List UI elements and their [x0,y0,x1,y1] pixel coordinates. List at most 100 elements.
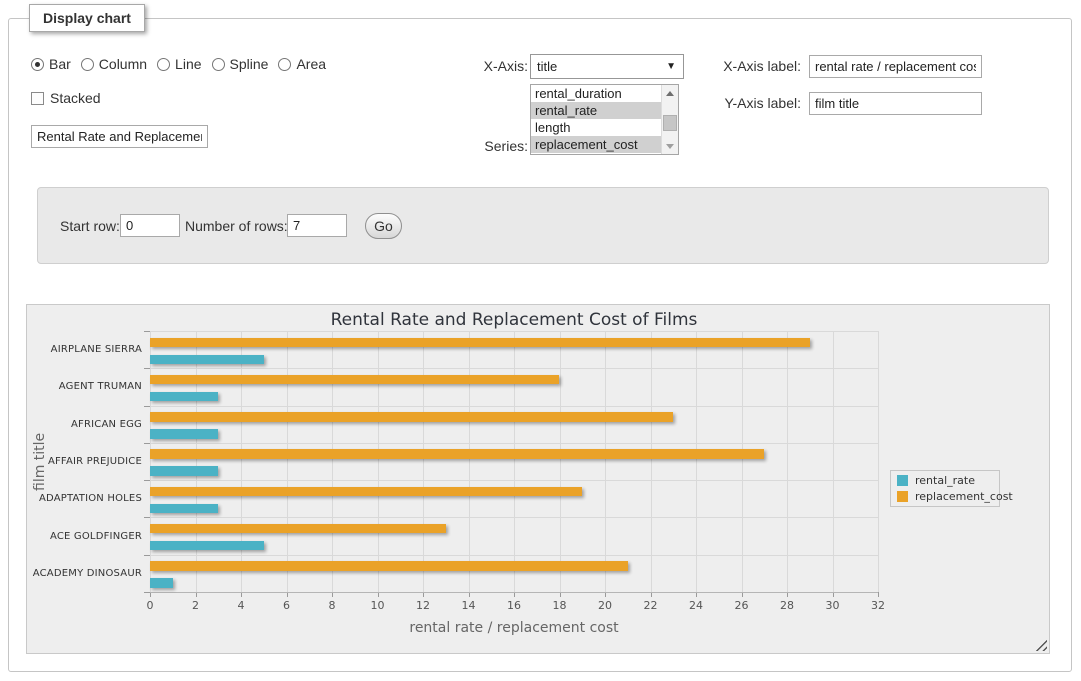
radio-icon[interactable] [212,58,225,71]
legend-item-replacement_cost[interactable]: replacement_cost [897,490,993,503]
gridline [287,331,288,592]
x-tick-label: 2 [176,599,216,612]
go-button[interactable]: Go [365,213,402,239]
x-tick-label: 4 [221,599,261,612]
y-tick-mark [144,517,150,518]
bar-replacement_cost [150,375,559,385]
stacked-option[interactable]: Stacked [31,90,101,106]
gridline [150,406,878,407]
legend-swatch-icon [897,475,908,486]
legend-label: rental_rate [915,474,975,487]
x-axis-label-input[interactable] [809,55,982,78]
x-tick-label: 20 [585,599,625,612]
gridline [150,517,878,518]
x-axis-label-caption: X-Axis label: [661,54,801,79]
chart-type-option-spline[interactable]: Spline [212,56,269,72]
scrollbar-down-icon[interactable] [662,138,678,154]
bar-replacement_cost [150,449,764,459]
gridline [605,331,606,592]
bar-replacement_cost [150,524,446,534]
y-tick-mark [144,555,150,556]
radio-label: Bar [49,56,71,72]
legend-label: replacement_cost [915,490,1013,503]
series-option-rental_duration[interactable]: rental_duration [531,85,661,102]
chart-type-option-column[interactable]: Column [81,56,147,72]
gridline [378,331,379,592]
category-label: AFFAIR PREJUDICE [27,443,142,480]
gridline [878,331,879,592]
legend-item-rental_rate[interactable]: rental_rate [897,474,993,487]
stacked-checkbox[interactable] [31,92,44,105]
x-tick-label: 12 [403,599,443,612]
chart-title: Rental Rate and Replacement Cost of Film… [150,310,878,330]
chart-type-option-bar[interactable]: Bar [31,56,71,72]
display-chart-panel: Display chart BarColumnLineSplineArea St… [8,18,1072,672]
gridline [150,555,878,556]
y-axis-label-input[interactable] [809,92,982,115]
x-tick-label: 22 [631,599,671,612]
radio-icon[interactable] [81,58,94,71]
chart-type-option-line[interactable]: Line [157,56,201,72]
bar-replacement_cost [150,412,673,422]
x-tick-label: 30 [813,599,853,612]
gridline [241,331,242,592]
x-tick-label: 24 [676,599,716,612]
gridline [833,331,834,592]
chart-title-input[interactable] [31,125,208,148]
y-tick-mark [144,368,150,369]
series-option-length[interactable]: length [531,119,661,136]
radio-icon[interactable] [31,58,44,71]
gridline [651,331,652,592]
x-tick-label: 6 [267,599,307,612]
y-tick-mark [144,331,150,332]
gridline [423,331,424,592]
radio-label: Column [99,56,147,72]
chart-type-radios: Bar Column Line Spline Area [31,56,336,72]
y-tick-mark [144,406,150,407]
bar-replacement_cost [150,338,810,348]
panel-title: Display chart [29,4,145,32]
number-of-rows-input[interactable] [287,214,347,237]
gridline [150,368,878,369]
category-label: ADAPTATION HOLES [27,480,142,517]
radio-label: Area [296,56,326,72]
series-listbox[interactable]: rental_durationrental_ratelengthreplacem… [530,84,679,155]
gridline [332,331,333,592]
category-label: AIRPLANE SIERRA [27,331,142,368]
y-tick-mark [144,443,150,444]
chart-type-option-area[interactable]: Area [278,56,326,72]
start-row-input[interactable] [120,214,180,237]
radio-label: Spline [230,56,269,72]
category-label: ACE GOLDFINGER [27,517,142,554]
bar-rental_rate [150,541,264,551]
x-axis-line [150,592,878,593]
series-label: Series: [458,138,528,155]
chart-x-axis-title: rental rate / replacement cost [150,620,878,636]
scrollbar-thumb[interactable] [663,115,677,131]
resize-handle-icon[interactable] [1035,639,1047,651]
radio-icon[interactable] [278,58,291,71]
series-option-replacement_cost[interactable]: replacement_cost [531,136,661,153]
x-tick-label: 16 [494,599,534,612]
gridline [787,331,788,592]
radio-icon[interactable] [157,58,170,71]
x-tick-label: 28 [767,599,807,612]
bar-rental_rate [150,578,173,588]
x-axis-select-value: title [537,59,557,74]
start-row-label: Start row: [60,215,120,238]
gridline [469,331,470,592]
series-option-rental_rate[interactable]: rental_rate [531,102,661,119]
gridline [560,331,561,592]
gridline [150,331,151,592]
x-axis-select-label: X-Axis: [458,54,528,79]
x-tick-label: 0 [130,599,170,612]
x-tick-mark [878,592,879,597]
gridline [196,331,197,592]
y-tick-mark [144,592,150,593]
y-axis-label-caption: Y-Axis label: [661,91,801,116]
stacked-label: Stacked [50,90,101,106]
category-label: AFRICAN EGG [27,406,142,443]
x-tick-label: 10 [358,599,398,612]
bar-rental_rate [150,429,218,439]
bar-rental_rate [150,392,218,402]
